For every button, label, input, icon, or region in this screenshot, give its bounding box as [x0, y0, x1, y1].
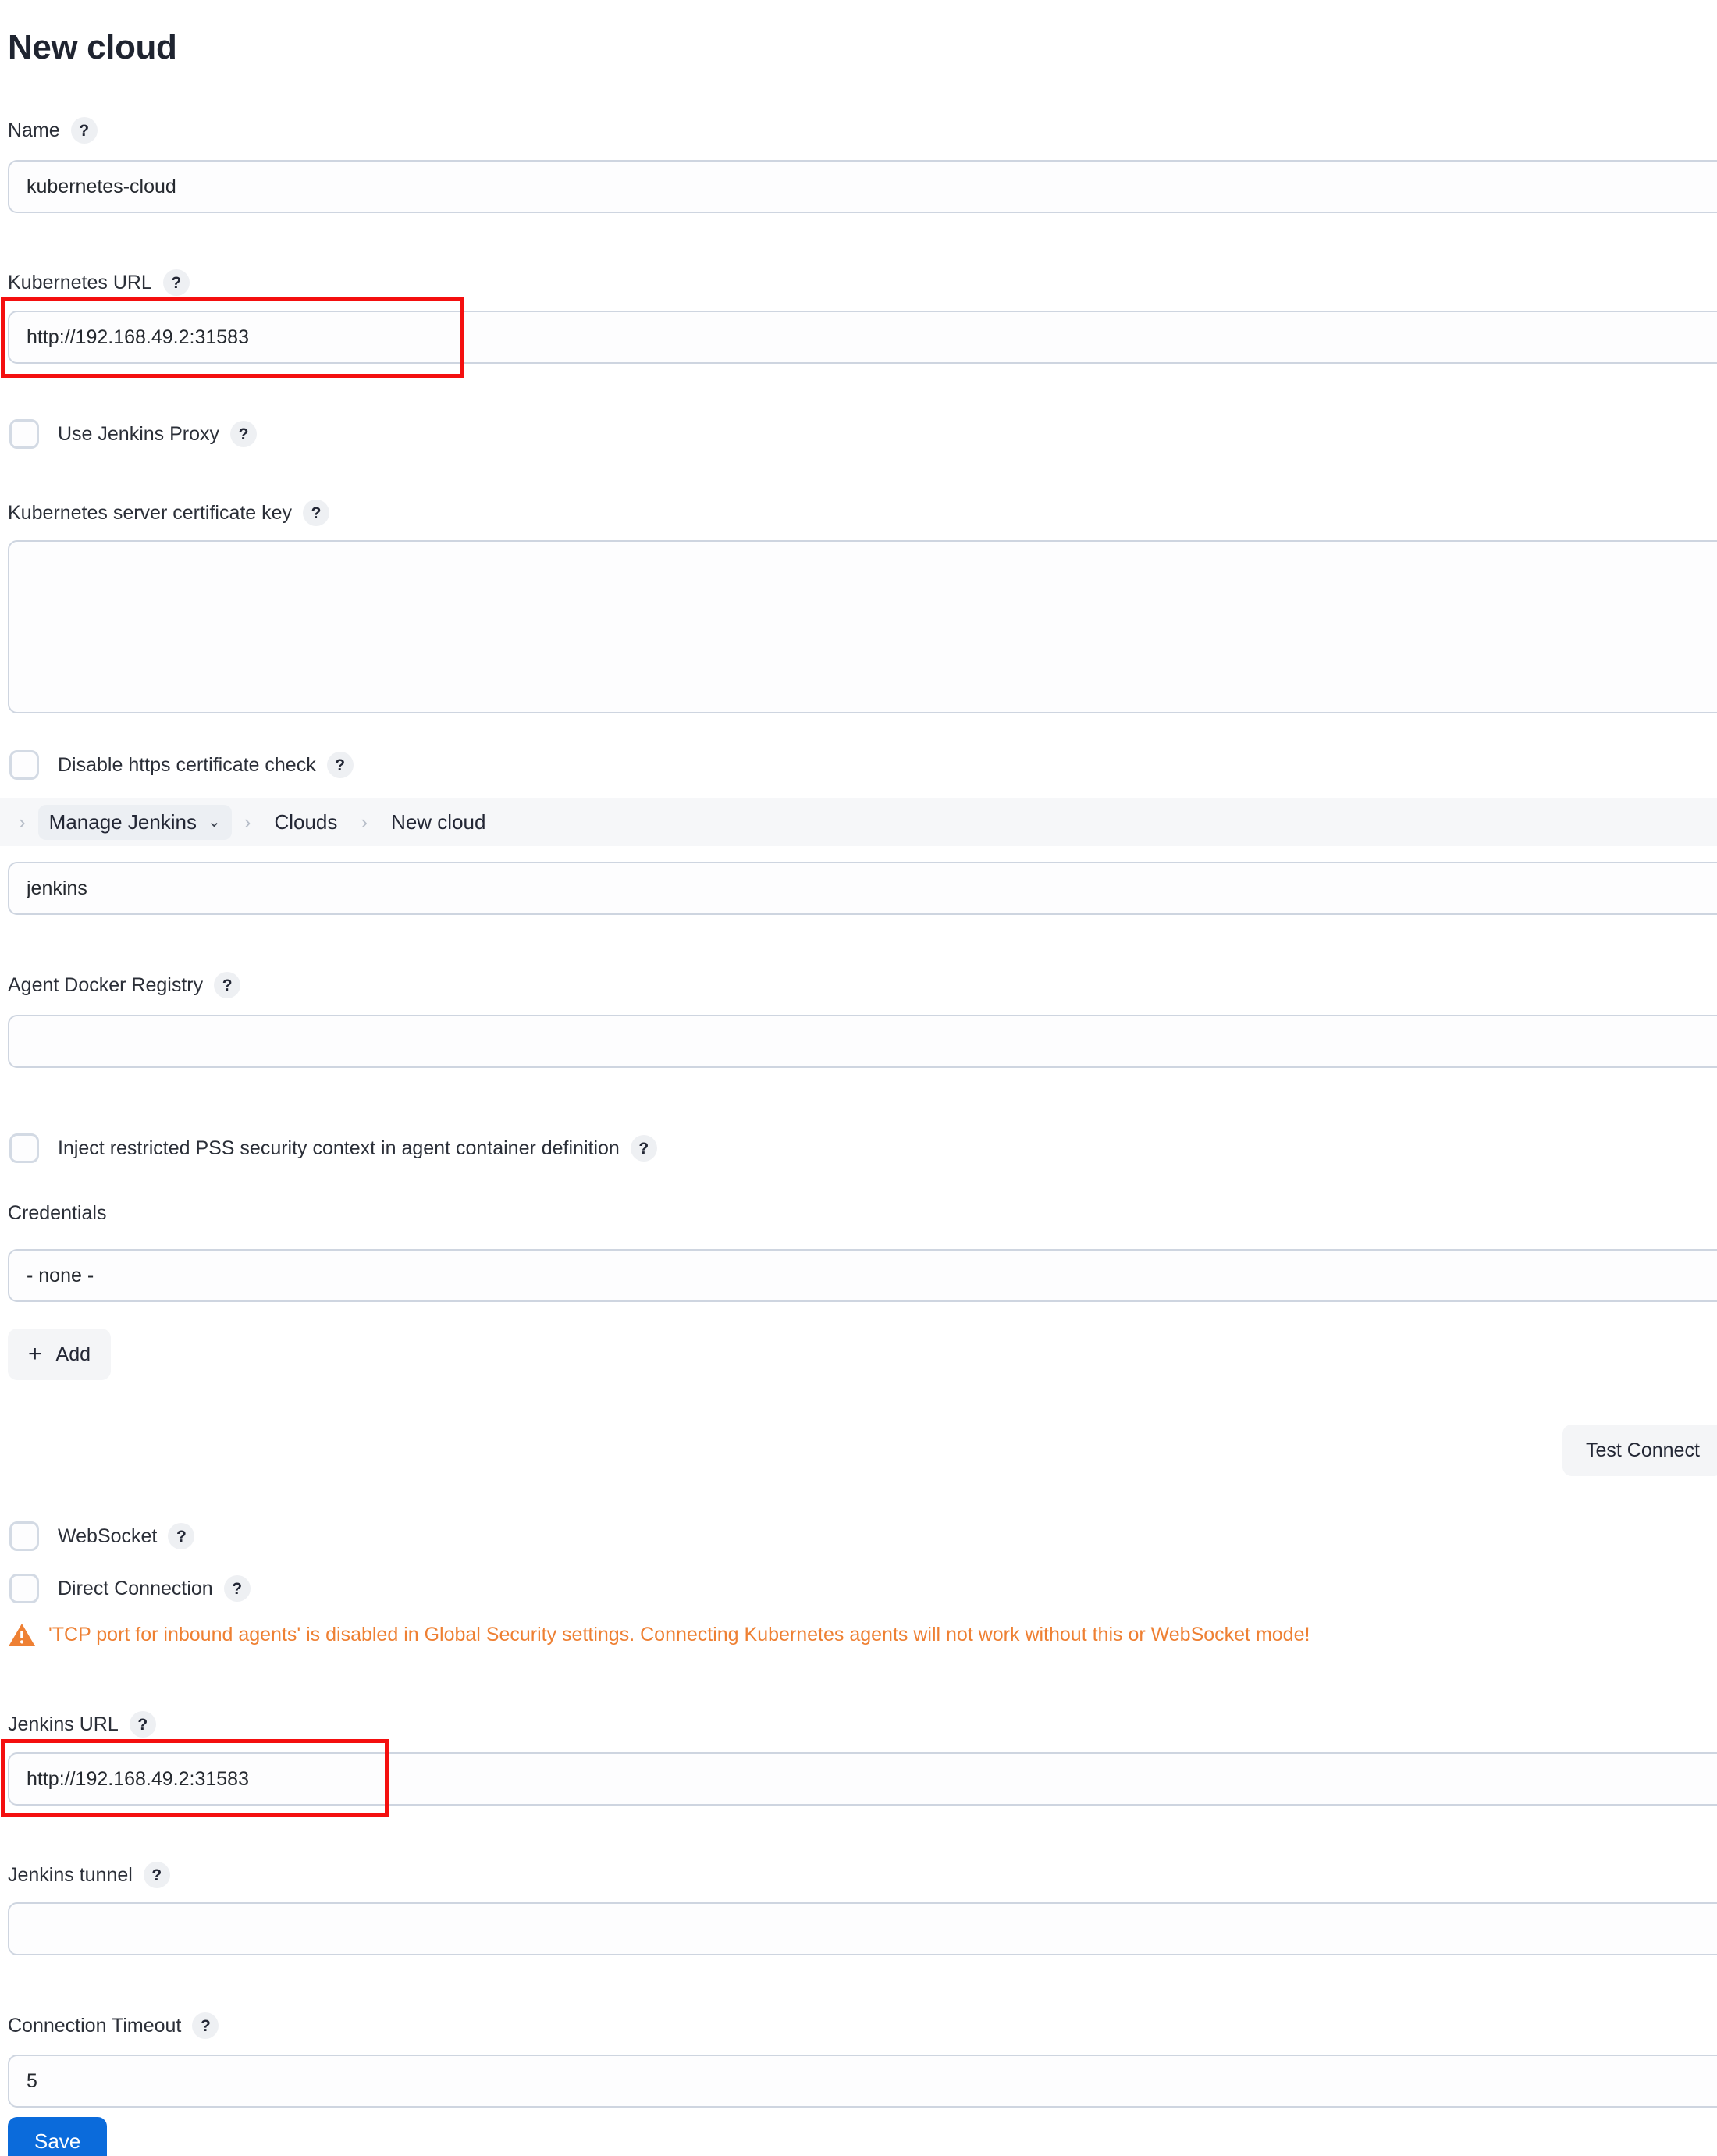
- websocket-label: WebSocket ?: [58, 1523, 194, 1549]
- connection-timeout-input[interactable]: [8, 2055, 1717, 2108]
- namespace-input[interactable]: [8, 862, 1717, 915]
- use-jenkins-proxy-checkbox[interactable]: [9, 419, 39, 449]
- disable-https-check-label: Disable https certificate check ?: [58, 752, 354, 778]
- tcp-port-warning: 'TCP port for inbound agents' is disable…: [8, 1622, 1310, 1648]
- inject-pss-label-text: Inject restricted PSS security context i…: [58, 1137, 620, 1160]
- help-icon[interactable]: ?: [214, 972, 240, 998]
- help-icon[interactable]: ?: [327, 752, 354, 778]
- breadcrumb-item-new-cloud[interactable]: New cloud: [380, 805, 496, 840]
- chevron-down-icon[interactable]: ⌄: [208, 814, 221, 830]
- help-icon[interactable]: ?: [192, 2012, 219, 2039]
- warning-triangle-icon: [8, 1622, 36, 1648]
- breadcrumb-separator-icon: ›: [6, 812, 38, 832]
- direct-connection-label: Direct Connection ?: [58, 1575, 251, 1602]
- connection-timeout-label: Connection Timeout ?: [8, 2012, 219, 2039]
- jenkins-url-label: Jenkins URL ?: [8, 1711, 156, 1738]
- disable-https-check-label-text: Disable https certificate check: [58, 754, 316, 777]
- credentials-label-text: Credentials: [8, 1202, 106, 1225]
- jenkins-tunnel-label-text: Jenkins tunnel: [8, 1864, 133, 1887]
- test-connection-button[interactable]: Test Connect: [1562, 1425, 1717, 1476]
- help-icon[interactable]: ?: [168, 1523, 194, 1549]
- agent-docker-registry-label-text: Agent Docker Registry: [8, 974, 203, 997]
- name-label: Name ?: [8, 117, 98, 144]
- inject-pss-checkbox[interactable]: [9, 1133, 39, 1163]
- breadcrumb-separator-icon: ›: [348, 812, 380, 832]
- credentials-label: Credentials: [8, 1202, 106, 1225]
- tcp-port-warning-text: 'TCP port for inbound agents' is disable…: [48, 1624, 1310, 1646]
- new-cloud-page: New cloud Name ? Kubernetes URL ? Use Je…: [0, 0, 1717, 2156]
- help-icon[interactable]: ?: [144, 1862, 170, 1888]
- disable-https-check-row[interactable]: Disable https certificate check ?: [9, 750, 354, 780]
- jenkins-url-label-text: Jenkins URL: [8, 1713, 119, 1736]
- breadcrumb-item-manage-jenkins[interactable]: Manage Jenkins ⌄: [38, 805, 232, 840]
- help-icon[interactable]: ?: [303, 500, 329, 526]
- credentials-select[interactable]: [8, 1249, 1717, 1302]
- jenkins-tunnel-input[interactable]: [8, 1902, 1717, 1955]
- kubernetes-url-label-text: Kubernetes URL: [8, 272, 152, 294]
- agent-docker-registry-label: Agent Docker Registry ?: [8, 972, 240, 998]
- kubernetes-url-label: Kubernetes URL ?: [8, 269, 190, 296]
- inject-pss-label: Inject restricted PSS security context i…: [58, 1135, 657, 1162]
- page-title: New cloud: [8, 28, 176, 67]
- breadcrumb: › Manage Jenkins ⌄ › Clouds › New cloud: [0, 798, 1717, 846]
- help-icon[interactable]: ?: [224, 1575, 251, 1602]
- save-button[interactable]: Save: [8, 2117, 107, 2156]
- plus-icon: +: [28, 1343, 42, 1366]
- agent-docker-registry-input[interactable]: [8, 1015, 1717, 1068]
- breadcrumb-item-label: Clouds: [274, 810, 337, 834]
- server-certificate-key-textarea[interactable]: [8, 540, 1717, 713]
- websocket-row[interactable]: WebSocket ?: [9, 1521, 194, 1551]
- websocket-label-text: WebSocket: [58, 1525, 157, 1548]
- add-credentials-button[interactable]: + Add: [8, 1329, 111, 1380]
- name-label-text: Name: [8, 119, 60, 142]
- help-icon[interactable]: ?: [631, 1135, 657, 1162]
- server-certificate-key-label: Kubernetes server certificate key ?: [8, 500, 329, 526]
- use-jenkins-proxy-label-text: Use Jenkins Proxy: [58, 423, 219, 446]
- help-icon[interactable]: ?: [71, 117, 98, 144]
- help-icon[interactable]: ?: [163, 269, 190, 296]
- save-button-label: Save: [34, 2129, 80, 2154]
- help-icon[interactable]: ?: [230, 421, 257, 447]
- test-connection-button-label: Test Connect: [1586, 1439, 1700, 1462]
- disable-https-check-checkbox[interactable]: [9, 750, 39, 780]
- use-jenkins-proxy-label: Use Jenkins Proxy ?: [58, 421, 257, 447]
- connection-timeout-label-text: Connection Timeout: [8, 2015, 181, 2037]
- direct-connection-checkbox[interactable]: [9, 1574, 39, 1603]
- breadcrumb-item-label: New cloud: [391, 810, 485, 834]
- add-credentials-button-label: Add: [56, 1343, 91, 1366]
- use-jenkins-proxy-row[interactable]: Use Jenkins Proxy ?: [9, 419, 257, 449]
- breadcrumb-item-clouds[interactable]: Clouds: [263, 805, 348, 840]
- breadcrumb-separator-icon: ›: [232, 812, 264, 832]
- jenkins-url-input[interactable]: [8, 1752, 1717, 1806]
- server-certificate-key-label-text: Kubernetes server certificate key: [8, 502, 292, 525]
- jenkins-tunnel-label: Jenkins tunnel ?: [8, 1862, 170, 1888]
- name-input[interactable]: [8, 160, 1717, 213]
- breadcrumb-item-label: Manage Jenkins: [49, 810, 197, 834]
- inject-pss-row[interactable]: Inject restricted PSS security context i…: [9, 1133, 657, 1163]
- websocket-checkbox[interactable]: [9, 1521, 39, 1551]
- help-icon[interactable]: ?: [130, 1711, 156, 1738]
- direct-connection-label-text: Direct Connection: [58, 1578, 213, 1600]
- kubernetes-url-input[interactable]: [8, 311, 1717, 364]
- direct-connection-row[interactable]: Direct Connection ?: [9, 1574, 251, 1603]
